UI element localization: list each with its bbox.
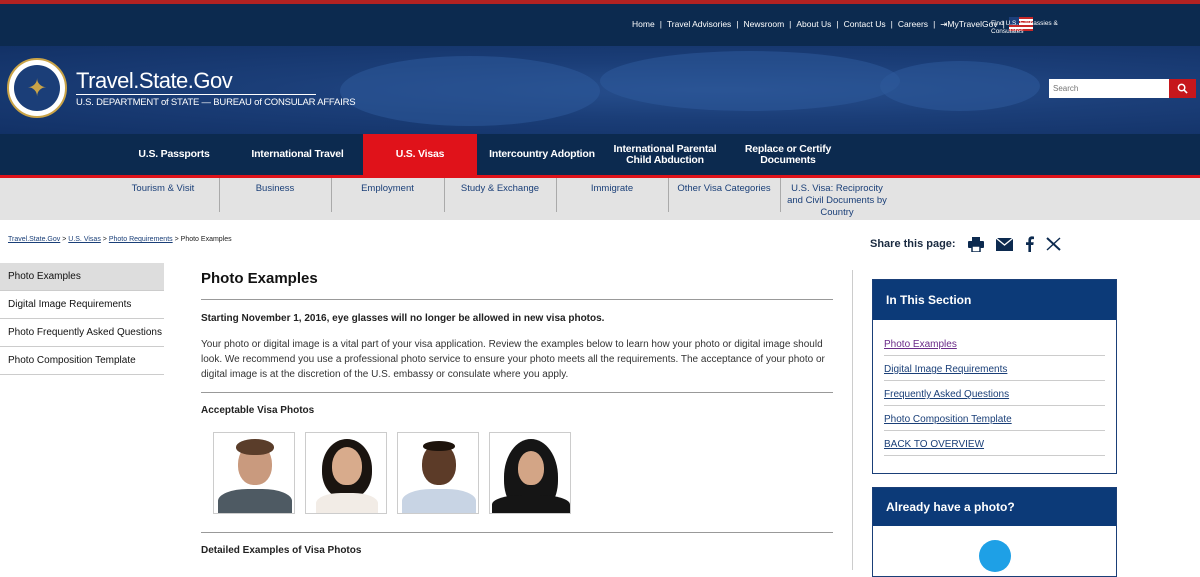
subnav-divider — [780, 178, 781, 212]
title-divider — [76, 94, 316, 95]
share-bar: Share this page: — [870, 236, 1061, 252]
utility-link-about-us[interactable]: About Us — [791, 19, 836, 29]
section-link-composition-template[interactable]: Photo Composition Template — [884, 406, 1105, 431]
example-photo-woman-2[interactable] — [489, 432, 571, 514]
section-link-photo-examples[interactable]: Photo Examples — [884, 320, 1105, 356]
search-icon — [1177, 83, 1188, 94]
photo-face — [518, 451, 544, 485]
world-map-decoration — [340, 56, 600, 126]
utility-link-home[interactable]: Home — [627, 19, 660, 29]
leftnav-photo-faq[interactable]: Photo Frequently Asked Questions — [0, 319, 164, 347]
visa-sub-navigation: Tourism & Visit Business Employment Stud… — [0, 178, 1200, 220]
nav-us-passports[interactable]: U.S. Passports — [126, 134, 222, 175]
subnav-business[interactable]: Business — [219, 178, 331, 212]
breadcrumb-separator: > — [102, 236, 107, 243]
photo-face — [332, 447, 362, 485]
leftnav-photo-composition-template[interactable]: Photo Composition Template — [0, 347, 164, 375]
utility-link-travel-advisories[interactable]: Travel Advisories — [662, 19, 736, 29]
utility-links: Home | Travel Advisories | Newsroom | About… — [627, 17, 1033, 31]
acceptable-photos-row — [213, 432, 833, 514]
breadcrumb-separator: > — [62, 236, 67, 243]
in-this-section-heading: In This Section — [873, 280, 1116, 320]
breadcrumb: Travel.State.Gov > U.S. Visas > Photo Re… — [8, 236, 232, 243]
nav-us-visas[interactable]: U.S. Visas — [363, 134, 477, 175]
world-map-decoration — [880, 61, 1040, 111]
main-navigation: U.S. Passports International Travel U.S.… — [0, 134, 1200, 175]
example-photo-woman-1[interactable] — [305, 432, 387, 514]
section-link-back-to-overview[interactable]: BACK TO OVERVIEW — [884, 431, 1105, 456]
already-have-photo-heading: Already have a photo? — [873, 488, 1116, 526]
nav-international-travel[interactable]: International Travel — [240, 134, 355, 175]
subnav-reciprocity[interactable]: U.S. Visa: Reciprocity and Civil Documen… — [782, 178, 892, 218]
acceptable-photos-heading: Acceptable Visa Photos — [201, 405, 315, 416]
photo-hair — [423, 441, 455, 451]
breadcrumb-current: Photo Examples — [180, 236, 232, 243]
facebook-icon[interactable] — [1025, 236, 1034, 252]
subnav-study-exchange[interactable]: Study & Exchange — [444, 178, 556, 212]
leftnav-digital-image-requirements[interactable]: Digital Image Requirements — [0, 291, 164, 319]
nav-intercountry-adoption[interactable]: Intercountry Adoption — [487, 134, 597, 175]
intro-paragraph: Your photo or digital image is a vital p… — [201, 337, 833, 393]
section-link-faq[interactable]: Frequently Asked Questions — [884, 381, 1105, 406]
share-label: Share this page: — [870, 238, 956, 250]
in-this-section-list: Photo Examples Digital Image Requirement… — [873, 320, 1116, 456]
page-title: Photo Examples — [201, 270, 833, 300]
section-divider — [201, 532, 833, 533]
nav-replace-certify-documents[interactable]: Replace or Certify Documents — [735, 134, 841, 175]
utility-link-careers[interactable]: Careers — [893, 19, 933, 29]
example-photo-man-2[interactable] — [397, 432, 479, 514]
already-have-photo-box: Already have a photo? — [872, 487, 1117, 577]
subnav-other-visa-categories[interactable]: Other Visa Categories — [668, 178, 780, 212]
search-button[interactable] — [1169, 79, 1196, 98]
site-title[interactable]: Travel.State.Gov — [76, 68, 233, 94]
photo-garment — [492, 495, 570, 513]
breadcrumb-link-photo-requirements[interactable]: Photo Requirements — [109, 236, 173, 243]
detailed-examples-heading: Detailed Examples of Visa Photos — [201, 545, 362, 556]
breadcrumb-link-us-visas[interactable]: U.S. Visas — [68, 236, 101, 243]
breadcrumb-separator: > — [174, 236, 179, 243]
left-navigation: Photo Examples Digital Image Requirement… — [0, 263, 164, 375]
utility-link-contact-us[interactable]: Contact Us — [839, 19, 891, 29]
site-subtitle: U.S. DEPARTMENT of STATE — BUREAU of CON… — [76, 97, 356, 108]
nav-parental-child-abduction[interactable]: International Parental Child Abduction — [608, 134, 722, 175]
photo-shirt — [402, 489, 476, 513]
utility-link-newsroom[interactable]: Newsroom — [739, 19, 790, 29]
header-banner: ✦ Travel.State.Gov U.S. DEPARTMENT of ST… — [0, 46, 1200, 134]
search-input[interactable] — [1049, 79, 1169, 98]
eagle-icon: ✦ — [14, 65, 60, 111]
example-photo-man-1[interactable] — [213, 432, 295, 514]
section-link-digital-image-requirements[interactable]: Digital Image Requirements — [884, 356, 1105, 381]
embassies-link[interactable]: Find U.S. Embassies & Consulates — [991, 20, 1061, 36]
world-map-decoration — [600, 51, 900, 111]
state-department-seal-logo[interactable]: ✦ — [7, 58, 67, 118]
sidebar-divider — [852, 270, 853, 570]
photo-shirt — [316, 493, 378, 513]
print-icon[interactable] — [967, 236, 984, 252]
breadcrumb-link-travel-state-gov[interactable]: Travel.State.Gov — [8, 236, 60, 243]
glasses-notice: Starting November 1, 2016, eye glasses w… — [201, 313, 605, 324]
in-this-section-box: In This Section Photo Examples Digital I… — [872, 279, 1117, 474]
leftnav-photo-examples[interactable]: Photo Examples — [0, 263, 164, 291]
subnav-immigrate[interactable]: Immigrate — [556, 178, 668, 212]
subnav-employment[interactable]: Employment — [331, 178, 444, 212]
subnav-tourism-visit[interactable]: Tourism & Visit — [107, 178, 219, 212]
x-twitter-icon[interactable] — [1045, 237, 1061, 251]
email-icon[interactable] — [995, 237, 1013, 251]
photo-shirt — [218, 489, 292, 513]
main-content: Photo Examples Starting November 1, 2016… — [201, 270, 833, 556]
photo-tool-icon[interactable] — [979, 540, 1011, 572]
utility-bar: Home | Travel Advisories | Newsroom | About… — [0, 4, 1200, 46]
photo-hair — [236, 439, 274, 455]
